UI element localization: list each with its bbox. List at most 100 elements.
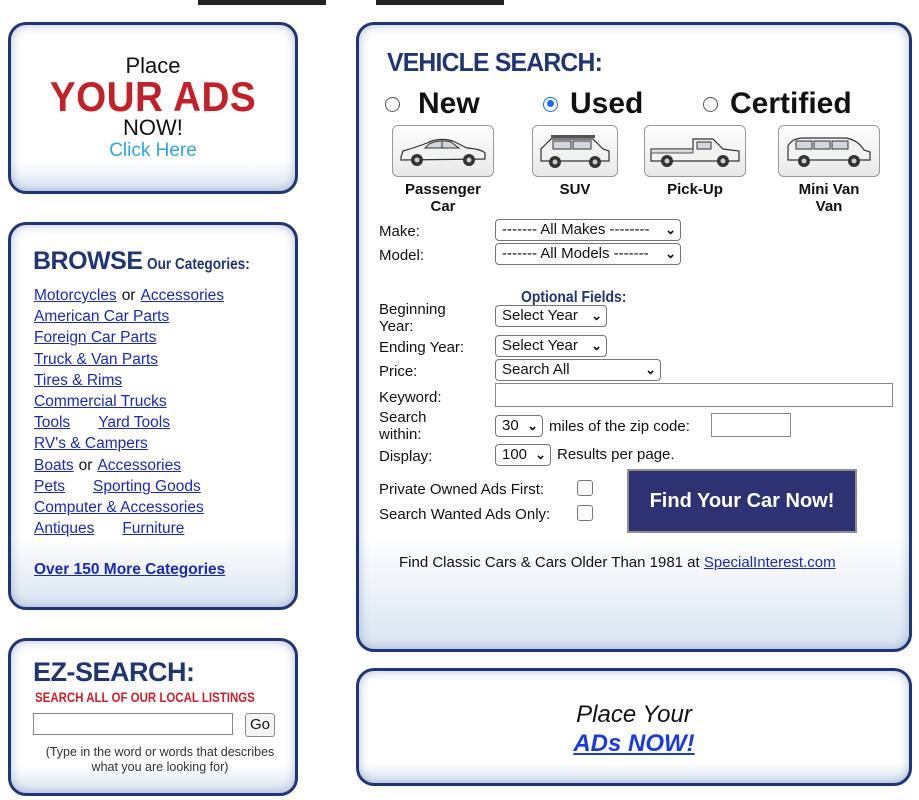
- ending-year-value: Select Year: [502, 337, 578, 354]
- place-ads-click-here-link[interactable]: Click Here: [11, 139, 295, 163]
- type-suv-label: SUV: [559, 181, 591, 198]
- category-link[interactable]: Tires & Rims: [34, 372, 122, 389]
- condition-used-label: Used: [570, 87, 644, 120]
- ez-search-help-text: (Type in the word or words that describe…: [45, 745, 275, 774]
- category-list: Motorcycles or Accessories American Car Par…: [34, 285, 224, 539]
- ending-year-select[interactable]: Select Year ⌄: [495, 335, 607, 357]
- condition-used-radio[interactable]: [543, 96, 558, 112]
- category-link[interactable]: Motorcycles: [34, 287, 117, 304]
- condition-used[interactable]: Used: [543, 87, 643, 121]
- search-within-value: 30: [502, 417, 519, 434]
- wanted-ads-checkbox[interactable]: [577, 505, 593, 521]
- browse-categories-panel: BROWSE Our Categories: Motorcycles or Acce…: [8, 222, 298, 610]
- category-link[interactable]: American Car Parts: [34, 308, 169, 325]
- more-categories-link[interactable]: Over 150 More Categories: [34, 561, 225, 579]
- type-minivan[interactable]: Mini Van Van: [777, 125, 881, 215]
- condition-certified-radio[interactable]: [703, 96, 718, 112]
- private-owned-checkbox[interactable]: [577, 480, 593, 496]
- category-row: Computer & Accessories: [34, 497, 224, 518]
- ads-now-line: ADs NOW!: [359, 729, 909, 759]
- category-link[interactable]: Foreign Car Parts: [34, 329, 156, 346]
- pickup-truck-icon: [650, 138, 740, 167]
- category-link[interactable]: Sporting Goods: [93, 478, 201, 495]
- chevron-down-icon: ⌄: [665, 222, 676, 237]
- price-label: Price:: [379, 363, 418, 380]
- category-link[interactable]: Truck & Van Parts: [34, 351, 158, 368]
- type-passenger-car-button[interactable]: [392, 125, 494, 177]
- price-select[interactable]: Search All ⌄: [495, 359, 661, 381]
- place-your-text: Place Your: [576, 701, 692, 728]
- ez-search-go-button[interactable]: Go: [245, 713, 275, 737]
- type-pickup-button[interactable]: [644, 125, 746, 177]
- results-per-page-text: Results per page.: [557, 446, 675, 463]
- chevron-down-icon: ⌄: [665, 246, 676, 261]
- category-link[interactable]: Accessories: [97, 457, 181, 474]
- chevron-down-icon: ⌄: [591, 308, 602, 323]
- zip-code-input[interactable]: [711, 413, 791, 437]
- browse-title: BROWSE Our Categories:: [33, 247, 268, 276]
- category-row: Antiques Furniture: [34, 518, 224, 539]
- category-row: Motorcycles or Accessories: [34, 285, 224, 306]
- category-link[interactable]: Accessories: [140, 287, 224, 304]
- ez-search-title: EZ-SEARCH:: [33, 657, 195, 687]
- category-row: Foreign Car Parts: [34, 327, 224, 348]
- type-suv[interactable]: SUV: [523, 125, 627, 198]
- place-your-ads-panel: Place Your ADs NOW!: [356, 668, 912, 786]
- condition-certified-label: Certified: [730, 87, 852, 120]
- type-minivan-button[interactable]: [778, 125, 880, 177]
- make-label: Make:: [379, 223, 420, 240]
- special-interest-link[interactable]: SpecialInterest.com: [704, 554, 836, 571]
- condition-certified[interactable]: Certified: [703, 87, 852, 121]
- type-passenger-car[interactable]: Passenger Car: [391, 125, 495, 215]
- display-label: Display:: [379, 448, 433, 465]
- ez-search-panel: EZ-SEARCH: SEARCH ALL OF OUR LOCAL LISTI…: [8, 638, 298, 796]
- search-within-select[interactable]: 30 ⌄: [495, 415, 543, 437]
- display-select[interactable]: 100 ⌄: [495, 444, 551, 466]
- beginning-year-select[interactable]: Select Year ⌄: [495, 305, 607, 327]
- ez-search-input[interactable]: [33, 713, 233, 735]
- vehicle-search-title: VEHICLE SEARCH:: [387, 47, 603, 77]
- category-link[interactable]: RV's & Campers: [34, 435, 148, 452]
- place-ads-panel[interactable]: Place YOUR ADS NOW! Click Here: [8, 22, 298, 194]
- category-separator: or: [121, 287, 136, 304]
- category-row: Tires & Rims: [34, 370, 224, 391]
- top-bar-left: [198, 0, 326, 5]
- make-select[interactable]: ------- All Makes -------- ⌄: [495, 219, 681, 241]
- category-row: Pets Sporting Goods: [34, 476, 224, 497]
- category-row: Boats or Accessories: [34, 455, 224, 476]
- keyword-label: Keyword:: [379, 389, 442, 406]
- chevron-down-icon: ⌄: [591, 338, 602, 353]
- miles-text: miles of the zip code:: [549, 418, 690, 435]
- category-row: Commercial Trucks: [34, 391, 224, 412]
- category-link[interactable]: Yard Tools: [98, 414, 170, 431]
- category-link[interactable]: Pets: [34, 478, 65, 495]
- condition-new-radio[interactable]: [385, 96, 400, 112]
- category-row: Tools Yard Tools: [34, 412, 224, 433]
- model-select-value: ------- All Models -------: [502, 245, 649, 262]
- category-link[interactable]: Antiques: [34, 520, 94, 537]
- ads-now-link[interactable]: ADs NOW!: [573, 730, 694, 757]
- category-row: RV's & Campers: [34, 433, 224, 454]
- place-ads-your-ads: YOUR ADS: [49, 73, 257, 120]
- condition-new[interactable]: New: [385, 87, 480, 121]
- wanted-ads-label: Search Wanted Ads Only:: [379, 506, 551, 523]
- category-row: Truck & Van Parts: [34, 349, 224, 370]
- category-link[interactable]: Computer & Accessories: [34, 499, 204, 516]
- category-link[interactable]: Boats: [34, 457, 74, 474]
- find-your-car-button[interactable]: Find Your Car Now!: [627, 469, 857, 533]
- model-select[interactable]: ------- All Models ------- ⌄: [495, 243, 681, 265]
- type-suv-button[interactable]: [532, 125, 618, 177]
- chevron-down-icon: ⌄: [645, 362, 656, 377]
- minivan-icon: [787, 137, 871, 167]
- browse-title-main: BROWSE: [33, 247, 143, 275]
- category-link[interactable]: Tools: [34, 414, 70, 431]
- sedan-icon: [400, 138, 486, 166]
- category-link[interactable]: Commercial Trucks: [34, 393, 167, 410]
- chevron-down-icon: ⌄: [535, 447, 546, 462]
- category-link[interactable]: Furniture: [122, 520, 184, 537]
- ez-search-subtitle: SEARCH ALL OF OUR LOCAL LISTINGS: [35, 689, 255, 705]
- keyword-input[interactable]: [495, 383, 893, 407]
- chevron-down-icon: ⌄: [527, 418, 538, 433]
- type-pickup[interactable]: Pick-Up: [643, 125, 747, 198]
- category-row: American Car Parts: [34, 306, 224, 327]
